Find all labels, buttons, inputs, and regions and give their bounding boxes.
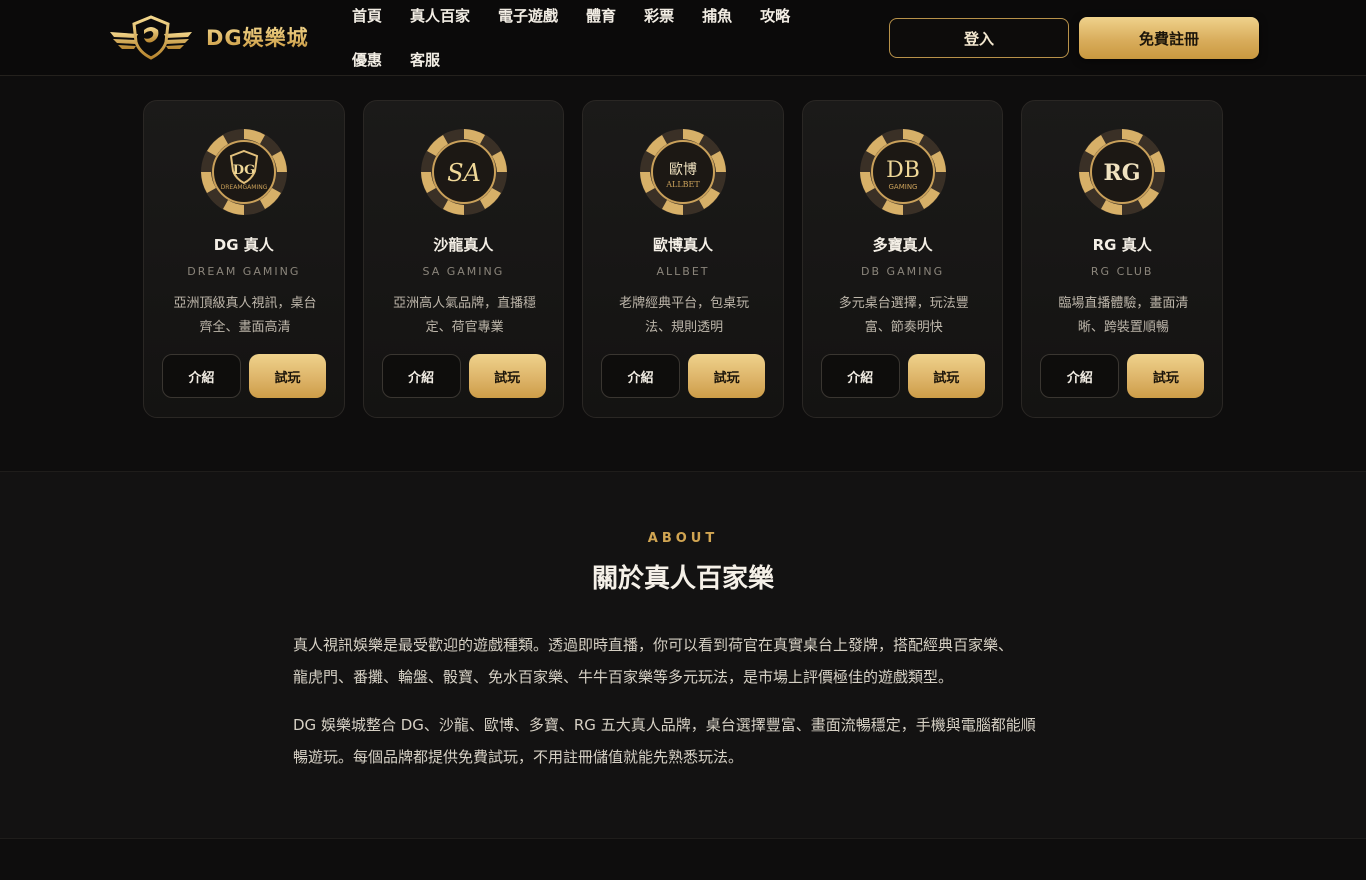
brand-card-title: 沙龍真人 xyxy=(433,236,494,254)
nav-item-slots[interactable]: 電子遊戲 xyxy=(498,0,558,32)
brand-card-actions: 介紹 試玩 xyxy=(1040,354,1206,398)
brand-card-actions: 介紹 試玩 xyxy=(381,354,548,398)
intro-button[interactable]: 介紹 xyxy=(381,354,461,398)
about-p1-line2: 龍虎門、番攤、輪盤、骰寶、免水百家樂、牛牛百家樂等多元玩法，是市場上評價極佳的遊… xyxy=(293,668,954,686)
try-button[interactable]: 試玩 xyxy=(1127,354,1205,398)
sa-chip-icon: SA xyxy=(420,129,507,215)
site-header: DG娛樂城 首頁 真人百家 電子遊戲 體育 彩票 捕魚 攻略 優惠 客服 登入 … xyxy=(0,0,1366,76)
brand-card-desc-line1: 亞洲頂級真人視訊，桌台 xyxy=(173,296,317,311)
db-chip-icon: DB GAMING xyxy=(859,129,946,215)
brand-card-desc-line1: 老牌經典平台，包桌玩 xyxy=(619,296,750,311)
about-title: 關於真人百家樂 xyxy=(591,564,774,594)
allbet-chip-sublabel: ALLBET xyxy=(665,180,700,189)
dg-chip-sublabel: DREAMGAMING xyxy=(221,184,268,191)
intro-button[interactable]: 介紹 xyxy=(162,354,241,398)
brand-card-subtitle: SA GAMING xyxy=(422,265,505,278)
about-p2-line1: DG 娛樂城整合 DG、沙龍、歐博、多寶、RG 五大真人品牌，桌台選擇豐富、畫面… xyxy=(293,716,1036,734)
nav-item-promotions[interactable]: 優惠 xyxy=(352,44,382,76)
brand-card-title: 歐博真人 xyxy=(652,236,713,254)
try-button[interactable]: 試玩 xyxy=(907,354,985,398)
about-p2-line2: 暢遊玩。每個品牌都提供免費試玩，不用註冊儲值就能先熟悉玩法。 xyxy=(293,748,744,766)
intro-button[interactable]: 介紹 xyxy=(820,354,900,398)
brand-card-desc-line2: 齊全、畫面高清 xyxy=(199,320,291,335)
brand-card-description: 多元桌台選擇，玩法豐 富、節奏明快 xyxy=(823,292,985,340)
brand-card-subtitle: ALLBET xyxy=(656,265,710,278)
dg-chip-icon: DG DREAMGAMING xyxy=(201,129,287,215)
brand-card-description: 亞洲高人氣品牌，直播穩 定、荷官專業 xyxy=(384,292,546,340)
brand-card-rg: RG RG 真人 RG CLUB 臨場直播體驗，畫面清 晰、跨裝置順暢 介紹 試… xyxy=(1021,100,1223,418)
brand-card-subtitle: DREAM GAMING xyxy=(187,265,301,278)
brand-card-description: 亞洲頂級真人視訊，桌台 齊全、畫面高清 xyxy=(164,292,326,340)
try-button[interactable]: 試玩 xyxy=(249,354,326,398)
brand-card-desc-line1: 亞洲高人氣品牌，直播穩 xyxy=(393,296,537,311)
try-button[interactable]: 試玩 xyxy=(468,354,546,398)
intro-button[interactable]: 介紹 xyxy=(1040,354,1120,398)
brand-card-title: 多寶真人 xyxy=(872,236,933,254)
sa-chip-label: SA xyxy=(447,159,481,187)
brand-logo[interactable]: DG娛樂城 xyxy=(108,14,309,60)
brand-card-sa: SA 沙龍真人 SA GAMING 亞洲高人氣品牌，直播穩 定、荷官專業 介紹 … xyxy=(362,100,565,418)
brand-card-description: 老牌經典平台，包桌玩 法、規則透明 xyxy=(603,292,765,340)
dg-chip-label: DG xyxy=(233,163,255,178)
try-button[interactable]: 試玩 xyxy=(688,354,766,398)
about-eyebrow: ABOUT xyxy=(647,531,719,546)
brand-card-subtitle: DB GAMING xyxy=(861,265,945,278)
about-paragraph-2: DG 娛樂城整合 DG、沙龍、歐博、多寶、RG 五大真人品牌，桌台選擇豐富、畫面… xyxy=(293,709,1083,773)
brand-card-actions: 介紹 試玩 xyxy=(601,354,767,398)
db-chip-sublabel: GAMING xyxy=(888,183,917,191)
nav-item-sports[interactable]: 體育 xyxy=(586,0,616,32)
nav-item-support[interactable]: 客服 xyxy=(410,44,440,76)
allbet-chip-label: 歐博 xyxy=(669,161,697,178)
brand-card-actions: 介紹 試玩 xyxy=(162,354,328,398)
page-bottom xyxy=(0,840,1366,880)
brand-card-actions: 介紹 試玩 xyxy=(820,354,987,398)
register-button[interactable]: 免費註冊 xyxy=(1079,17,1259,59)
intro-button[interactable]: 介紹 xyxy=(601,354,681,398)
nav-item-guides[interactable]: 攻略 xyxy=(760,0,790,32)
brand-name: DG娛樂城 xyxy=(206,22,309,52)
brand-card-desc-line2: 定、荷官專業 xyxy=(425,320,504,335)
brand-card-desc-line1: 多元桌台選擇，玩法豐 xyxy=(838,296,969,311)
db-chip-label: DB xyxy=(886,158,920,183)
brand-card-title: DG 真人 xyxy=(213,236,274,254)
brand-card-dg: DG DREAMGAMING DG 真人 DREAM GAMING 亞洲頂級真人… xyxy=(143,100,345,418)
brand-card-db: DB GAMING 多寶真人 DB GAMING 多元桌台選擇，玩法豐 富、節奏… xyxy=(801,100,1004,418)
about-section: ABOUT 關於真人百家樂 真人視訊娛樂是最受歡迎的遊戲種類。透過即時直播，你可… xyxy=(0,471,1366,839)
winged-shield-logo-icon xyxy=(110,15,192,60)
allbet-chip-icon: 歐博 ALLBET xyxy=(640,129,727,215)
brand-card-subtitle: RG CLUB xyxy=(1090,265,1154,278)
rg-chip-label: RG xyxy=(1104,160,1141,186)
brand-card-title: RG 真人 xyxy=(1092,236,1152,254)
nav-item-lottery[interactable]: 彩票 xyxy=(644,0,674,32)
brand-card-desc-line2: 法、規則透明 xyxy=(645,320,724,335)
brand-card-allbet: 歐博 ALLBET 歐博真人 ALLBET 老牌經典平台，包桌玩 法、規則透明 … xyxy=(582,100,784,418)
rg-chip-icon: RG xyxy=(1079,129,1166,215)
live-brand-cards: DG DREAMGAMING DG 真人 DREAM GAMING 亞洲頂級真人… xyxy=(143,100,1223,418)
login-button[interactable]: 登入 xyxy=(889,18,1069,58)
nav-item-fishing[interactable]: 捕魚 xyxy=(702,0,732,32)
brand-card-description: 臨場直播體驗，畫面清 晰、跨裝置順暢 xyxy=(1042,292,1204,340)
about-paragraph-1: 真人視訊娛樂是最受歡迎的遊戲種類。透過即時直播，你可以看到荷官在真實桌台上發牌，… xyxy=(293,629,1083,693)
nav-item-live-baccarat[interactable]: 真人百家 xyxy=(410,0,470,32)
main-nav: 首頁 真人百家 電子遊戲 體育 彩票 捕魚 攻略 優惠 客服 xyxy=(352,0,832,76)
nav-item-home[interactable]: 首頁 xyxy=(352,0,382,32)
about-p1-line1: 真人視訊娛樂是最受歡迎的遊戲種類。透過即時直播，你可以看到荷官在真實桌台上發牌，… xyxy=(293,636,1014,654)
brand-card-desc-line2: 晰、跨裝置順暢 xyxy=(1077,320,1169,335)
brand-card-desc-line1: 臨場直播體驗，畫面清 xyxy=(1058,296,1189,311)
brand-card-desc-line2: 富、節奏明快 xyxy=(864,320,943,335)
